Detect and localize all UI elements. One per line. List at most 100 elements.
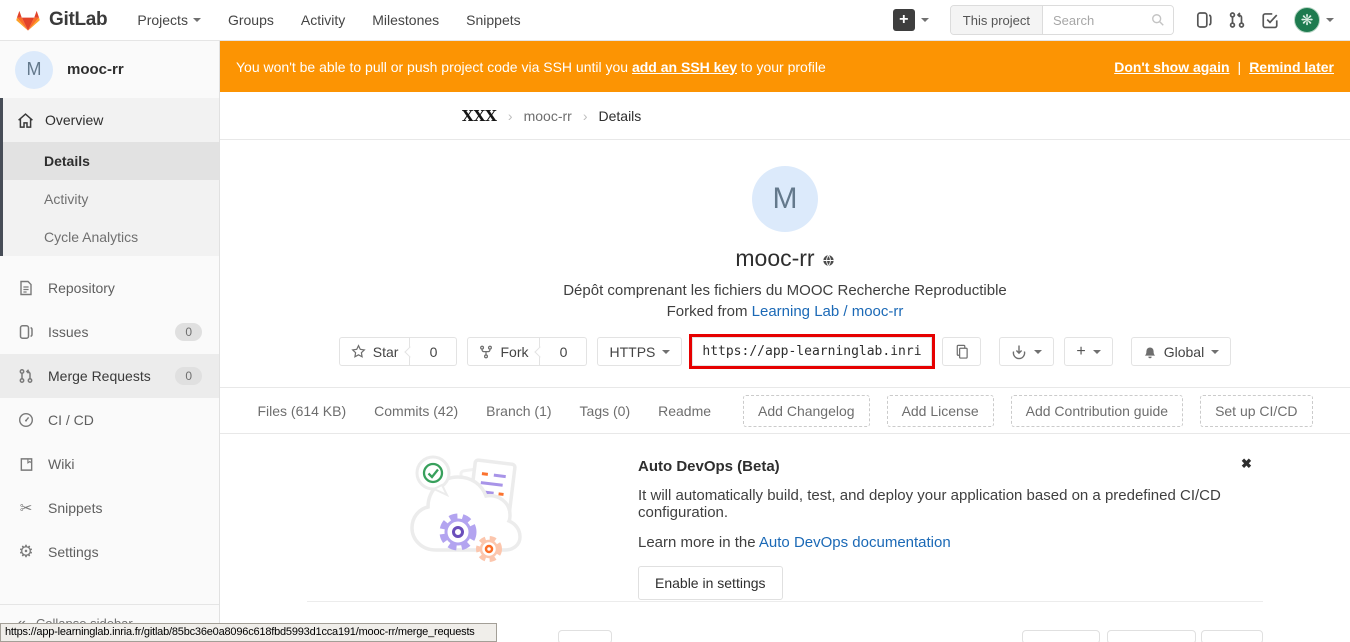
tab-files[interactable]: Files (614 KB): [257, 403, 346, 419]
home-icon: [17, 112, 34, 129]
copy-url-button[interactable]: [942, 337, 981, 366]
chevron-down-icon: [1326, 18, 1334, 22]
chevron-down-icon: [193, 18, 201, 22]
enable-in-settings-button[interactable]: Enable in settings: [638, 566, 783, 600]
close-icon[interactable]: ✖: [1241, 456, 1252, 472]
sidebar-item-details[interactable]: Details: [0, 142, 219, 180]
link-status-tooltip: https://app-learninglab.inria.fr/gitlab/…: [0, 623, 497, 642]
user-menu[interactable]: ❋: [1294, 7, 1334, 33]
add-ssh-key-link[interactable]: add an SSH key: [632, 59, 737, 75]
file-action-button-partial[interactable]: [1201, 630, 1263, 642]
sidebar-item-issues[interactable]: Issues 0: [0, 310, 219, 354]
project-avatar: M: [15, 51, 53, 89]
sidebar-item-merge-requests[interactable]: Merge Requests 0: [0, 354, 219, 398]
sidebar-project-header[interactable]: M mooc-rr: [0, 41, 219, 98]
add-license-button[interactable]: Add License: [887, 395, 994, 427]
issues-count-badge: 0: [175, 323, 202, 341]
sidebar-items: Repository Issues 0 Merge Requests 0 CI …: [0, 266, 219, 574]
sidebar-item-wiki[interactable]: Wiki: [0, 442, 219, 486]
issues-icon: [17, 324, 35, 340]
tab-readme[interactable]: Readme: [658, 403, 711, 419]
tab-commits[interactable]: Commits (42): [374, 403, 458, 419]
project-actions: Star 0 Fork 0 HTTPS: [220, 337, 1350, 366]
new-menu-button[interactable]: +: [893, 9, 929, 31]
chevron-down-icon: [662, 350, 670, 354]
banner-message: You won't be able to pull or push projec…: [236, 59, 826, 75]
sidebar-item-snippets[interactable]: ✂ Snippets: [0, 486, 219, 530]
search-group: This project: [950, 5, 1174, 35]
sidebar-section-overview: Overview Details Activity Cycle Analytic…: [0, 98, 219, 256]
brand-wordmark: GitLab: [49, 9, 107, 31]
dont-show-again-link[interactable]: Don't show again: [1114, 59, 1229, 75]
sidebar-item-repository[interactable]: Repository: [0, 266, 219, 310]
project-stats-bar: Files (614 KB) Commits (42) Branch (1) T…: [220, 387, 1350, 434]
add-changelog-button[interactable]: Add Changelog: [743, 395, 870, 427]
primary-nav: Projects Groups Activity Milestones Snip…: [137, 12, 520, 28]
sidebar-item-label: Overview: [45, 112, 103, 128]
todos-icon[interactable]: [1261, 11, 1279, 29]
notification-dropdown[interactable]: Global: [1131, 337, 1231, 366]
sidebar-item-activity[interactable]: Activity: [0, 180, 219, 218]
sidebar-item-cycle-analytics[interactable]: Cycle Analytics: [0, 218, 219, 256]
add-contribution-guide-button[interactable]: Add Contribution guide: [1011, 395, 1183, 427]
nav-milestones[interactable]: Milestones: [372, 12, 439, 28]
nav-activity[interactable]: Activity: [301, 12, 345, 28]
breadcrumb-current: Details: [599, 108, 642, 124]
add-new-dropdown[interactable]: +: [1064, 337, 1112, 366]
fork-count[interactable]: 0: [540, 337, 587, 366]
clone-url-input[interactable]: [692, 337, 932, 366]
search-icon: [1151, 13, 1165, 27]
sidebar-item-label: Issues: [48, 324, 88, 340]
download-dropdown[interactable]: [999, 337, 1054, 366]
notification-label: Global: [1164, 344, 1204, 360]
star-button[interactable]: Star: [339, 337, 411, 366]
auto-devops-illustration: [406, 446, 528, 568]
merge-requests-icon[interactable]: [1228, 11, 1246, 29]
sidebar-item-settings[interactable]: ⚙ Settings: [0, 530, 219, 574]
scissors-icon: ✂: [17, 499, 35, 517]
gitlab-logo[interactable]: GitLab: [16, 9, 107, 32]
branch-selector-partial[interactable]: [558, 630, 612, 642]
remind-later-link[interactable]: Remind later: [1249, 59, 1334, 75]
banner-text-before: You won't be able to pull or push projec…: [236, 59, 632, 75]
protocol-dropdown[interactable]: HTTPS: [597, 337, 682, 366]
auto-devops-title: Auto DevOps (Beta): [638, 458, 1278, 475]
nav-snippets[interactable]: Snippets: [466, 12, 520, 28]
auto-devops-callout: Auto DevOps (Beta) It will automatically…: [220, 434, 1350, 594]
tab-tags[interactable]: Tags (0): [580, 403, 631, 419]
chevron-right-icon: ›: [508, 108, 513, 124]
auto-devops-doc-link[interactable]: Auto DevOps documentation: [759, 534, 951, 551]
star-count[interactable]: 0: [410, 337, 457, 366]
forked-prefix: Forked from: [667, 303, 752, 320]
search-scope-label: This project: [951, 6, 1043, 34]
tab-branch[interactable]: Branch (1): [486, 403, 551, 419]
protocol-label: HTTPS: [609, 344, 655, 360]
file-action-button-partial[interactable]: [1022, 630, 1100, 642]
issues-icon[interactable]: [1195, 11, 1213, 29]
bell-icon: [1143, 345, 1157, 359]
sidebar-item-label: Repository: [48, 280, 115, 296]
page-title: mooc-rr: [735, 245, 814, 272]
merge-requests-icon: [17, 368, 35, 384]
download-icon: [1011, 344, 1027, 360]
star-label: Star: [373, 344, 399, 360]
ssh-warning-banner: You won't be able to pull or push projec…: [220, 41, 1350, 92]
nav-projects[interactable]: Projects: [137, 12, 201, 28]
sidebar-item-label: CI / CD: [48, 412, 94, 428]
forked-from-link[interactable]: Learning Lab / mooc-rr: [752, 303, 904, 320]
breadcrumb-project[interactable]: mooc-rr: [524, 108, 572, 124]
gauge-icon: [17, 412, 35, 428]
section-divider: [307, 601, 1263, 602]
sidebar-item-overview[interactable]: Overview: [0, 98, 219, 142]
setup-cicd-button[interactable]: Set up CI/CD: [1200, 395, 1312, 427]
fork-button[interactable]: Fork: [467, 337, 540, 366]
chevron-down-icon: [1034, 350, 1042, 354]
breadcrumb-group[interactable]: XXX: [462, 107, 497, 125]
file-action-button-partial[interactable]: [1107, 630, 1196, 642]
star-icon: [351, 344, 366, 359]
book-icon: [17, 457, 35, 472]
sidebar-item-ci-cd[interactable]: CI / CD: [0, 398, 219, 442]
gear-icon: ⚙: [17, 542, 35, 562]
nav-groups[interactable]: Groups: [228, 12, 274, 28]
avatar: ❋: [1294, 7, 1320, 33]
